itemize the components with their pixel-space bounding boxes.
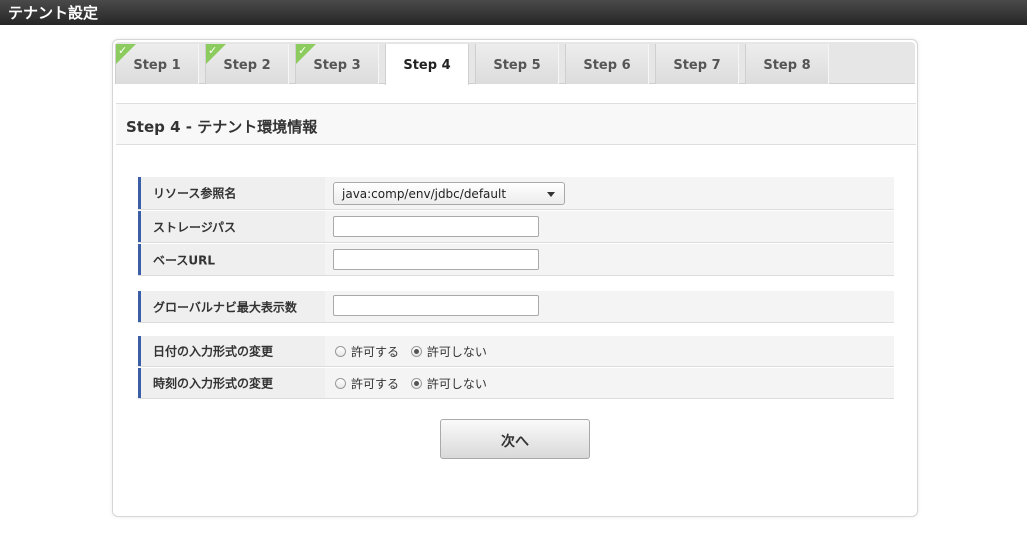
chevron-down-icon bbox=[547, 192, 555, 197]
tab-step-8[interactable]: Step 8 bbox=[745, 44, 829, 84]
tab-label: Step 1 bbox=[133, 58, 181, 73]
tab-step-3[interactable]: ✓ Step 3 bbox=[295, 44, 379, 84]
row-divider bbox=[138, 366, 894, 367]
row-divider bbox=[138, 275, 894, 276]
form-row-resource-ref: リソース参照名 java:comp/env/jdbc/default bbox=[138, 177, 894, 209]
field-label: グローバルナビ最大表示数 bbox=[138, 291, 325, 322]
field-label: ストレージパス bbox=[138, 211, 325, 242]
form-row-base-url: ベースURL bbox=[138, 244, 894, 275]
field-value: java:comp/env/jdbc/default bbox=[328, 177, 894, 209]
next-button[interactable]: 次へ bbox=[440, 419, 590, 459]
field-label: 日付の入力形式の変更 bbox=[138, 336, 325, 366]
window-title: テナント設定 bbox=[8, 4, 99, 22]
date-format-radio-group: 許可する 許可しない bbox=[335, 343, 495, 360]
title-bar: テナント設定 bbox=[0, 0, 1027, 25]
field-label: リソース参照名 bbox=[138, 177, 325, 209]
tab-label: Step 6 bbox=[583, 58, 631, 73]
global-nav-max-input[interactable] bbox=[333, 295, 539, 316]
wizard-panel: ✓ Step 1 ✓ Step 2 ✓ Step 3 Step 4 Step 5… bbox=[112, 39, 918, 517]
row-divider bbox=[138, 322, 894, 323]
tab-label: Step 8 bbox=[763, 58, 811, 73]
section-header: Step 4 - テナント環境情報 bbox=[116, 103, 916, 145]
resource-ref-select[interactable]: java:comp/env/jdbc/default bbox=[333, 182, 565, 205]
date-format-allow-radio[interactable] bbox=[335, 346, 346, 357]
field-label: ベースURL bbox=[138, 244, 325, 275]
tab-step-5[interactable]: Step 5 bbox=[475, 44, 559, 84]
tab-label: Step 5 bbox=[493, 58, 541, 73]
row-divider bbox=[138, 398, 894, 399]
form-row-global-nav-max: グローバルナビ最大表示数 bbox=[138, 291, 894, 322]
field-value bbox=[328, 244, 894, 275]
field-label: 時刻の入力形式の変更 bbox=[138, 368, 325, 398]
tab-step-7[interactable]: Step 7 bbox=[655, 44, 739, 84]
field-value: 許可する 許可しない bbox=[328, 368, 894, 398]
section-title: Step 4 - テナント環境情報 bbox=[126, 118, 318, 136]
form-row-time-format: 時刻の入力形式の変更 許可する 許可しない bbox=[138, 368, 894, 398]
date-format-deny-radio[interactable] bbox=[410, 346, 422, 357]
form-row-storage-path: ストレージパス bbox=[138, 211, 894, 242]
tab-step-2[interactable]: ✓ Step 2 bbox=[205, 44, 289, 84]
time-format-radio-group: 許可する 許可しない bbox=[335, 375, 495, 392]
time-format-deny-radio[interactable] bbox=[410, 378, 422, 389]
tab-step-1[interactable]: ✓ Step 1 bbox=[115, 44, 199, 84]
row-divider bbox=[138, 209, 894, 210]
next-button-label: 次へ bbox=[501, 434, 529, 450]
storage-path-input[interactable] bbox=[333, 216, 539, 237]
radio-label: 許可する bbox=[351, 345, 400, 359]
tab-label: Step 3 bbox=[313, 58, 361, 73]
select-value: java:comp/env/jdbc/default bbox=[342, 187, 507, 201]
tab-step-4[interactable]: Step 4 bbox=[385, 44, 469, 85]
step-tabs: ✓ Step 1 ✓ Step 2 ✓ Step 3 Step 4 Step 5… bbox=[115, 42, 915, 85]
tab-label: Step 7 bbox=[673, 58, 721, 73]
field-value bbox=[328, 211, 894, 242]
radio-label: 許可しない bbox=[426, 377, 487, 391]
radio-label: 許可しない bbox=[426, 345, 487, 359]
tab-step-6[interactable]: Step 6 bbox=[565, 44, 649, 84]
radio-label: 許可する bbox=[351, 377, 400, 391]
form-row-date-format: 日付の入力形式の変更 許可する 許可しない bbox=[138, 336, 894, 366]
field-value bbox=[328, 291, 894, 322]
tab-label: Step 2 bbox=[223, 58, 271, 73]
tab-label: Step 4 bbox=[403, 58, 451, 73]
base-url-input[interactable] bbox=[333, 249, 539, 270]
time-format-allow-radio[interactable] bbox=[335, 378, 346, 389]
row-divider bbox=[138, 242, 894, 243]
field-value: 許可する 許可しない bbox=[328, 336, 894, 366]
